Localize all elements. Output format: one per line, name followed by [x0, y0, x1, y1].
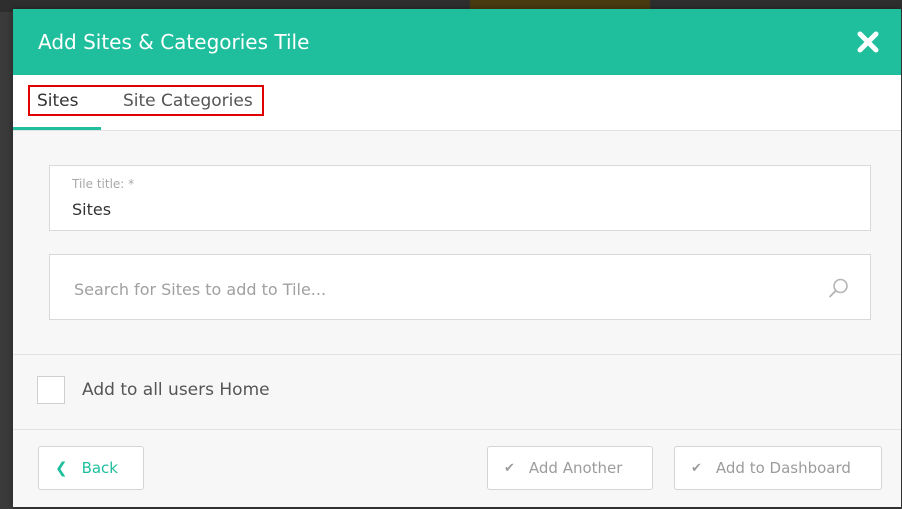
add-to-dashboard-button[interactable]: ✔ Add to Dashboard [674, 446, 882, 490]
modal-title: Add Sites & Categories Tile [38, 30, 310, 54]
active-tab-indicator [13, 127, 101, 130]
tab-sites[interactable]: Sites [37, 91, 79, 111]
search-icon[interactable] [828, 277, 850, 299]
search-sites-input[interactable] [72, 275, 816, 303]
close-icon[interactable] [853, 27, 883, 57]
modal-footer: ❮ Back ✔ Add Another ✔ Add to Dashboard [13, 429, 901, 507]
add-another-button[interactable]: ✔ Add Another [487, 446, 653, 490]
add-to-dashboard-label: Add to Dashboard [715, 459, 851, 477]
tab-site-categories[interactable]: Site Categories [123, 91, 253, 111]
chevron-left-icon: ❮ [55, 459, 68, 477]
check-icon: ✔ [504, 460, 515, 476]
back-button[interactable]: ❮ Back [38, 446, 144, 490]
add-to-all-users-label: Add to all users Home [82, 380, 270, 400]
check-icon: ✔ [691, 460, 702, 476]
section-divider [13, 354, 901, 355]
add-tile-modal: Add Sites & Categories Tile Sites Site C… [13, 9, 901, 507]
tile-title-label: Tile title: * [72, 177, 135, 191]
search-sites-field[interactable] [49, 254, 871, 320]
modal-header: Add Sites & Categories Tile [13, 9, 901, 75]
add-another-label: Add Another [528, 459, 623, 477]
add-to-all-users-checkbox[interactable] [37, 376, 65, 404]
tab-bar: Sites Site Categories [13, 75, 901, 131]
tile-title-field[interactable]: Tile title: * Sites [49, 165, 871, 231]
back-button-label: Back [81, 459, 118, 477]
tile-title-input[interactable]: Sites [72, 200, 111, 219]
